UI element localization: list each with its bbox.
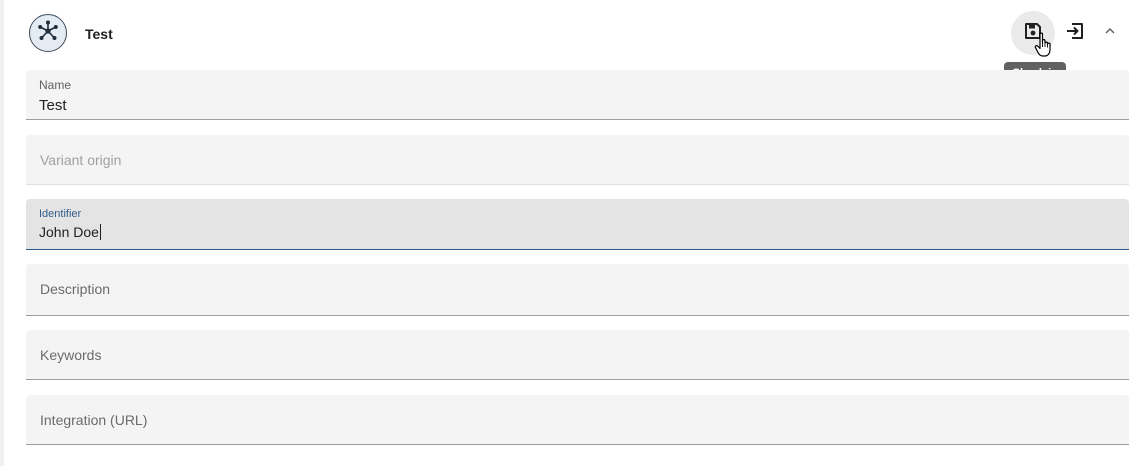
login-icon [1065,21,1085,46]
hand-cursor-icon [1034,32,1056,58]
keywords-field[interactable]: Keywords [26,330,1129,380]
page-title: Test [85,26,113,42]
identifier-field-value: John Doe [39,224,101,240]
name-field-label: Name [39,78,72,92]
check-in-button[interactable] [1063,21,1087,45]
text-caret [99,224,101,240]
variant-origin-field: Variant origin [26,135,1129,185]
form-panel: Test Name Test Variant origin Identifier… [0,0,1142,466]
panel-header: Test [4,0,1142,84]
collapse-button[interactable] [1100,21,1120,43]
chevron-up-icon [1104,23,1116,41]
name-field[interactable]: Name Test [26,70,1129,120]
integration-url-field[interactable]: Integration (URL) [26,395,1129,445]
avatar [29,14,67,52]
network-hub-icon [36,19,60,48]
variant-origin-placeholder: Variant origin [40,152,122,168]
description-field[interactable]: Description [26,264,1129,316]
integration-url-placeholder: Integration (URL) [40,412,148,428]
identifier-field-label: Identifier [39,208,82,220]
keywords-placeholder: Keywords [40,347,102,363]
identifier-field[interactable]: Identifier John Doe [26,199,1129,250]
name-field-value: Test [39,97,67,114]
description-placeholder: Description [40,281,111,297]
